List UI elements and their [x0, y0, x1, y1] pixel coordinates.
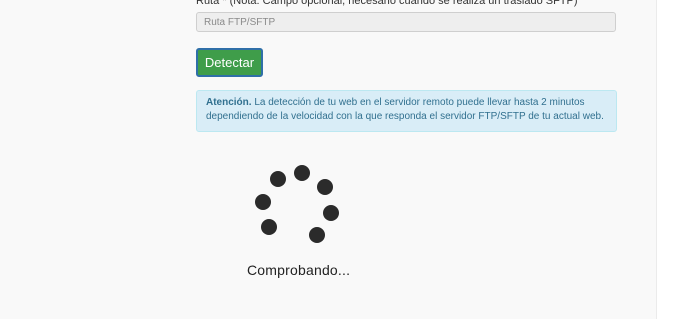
spinner-dot — [270, 171, 286, 187]
spinner-dot — [261, 219, 277, 235]
spinner-dot — [255, 194, 271, 210]
spinner-dot — [317, 179, 333, 195]
page-edge-divider — [656, 0, 657, 319]
info-alert: Atención. La detección de tu web en el s… — [196, 90, 617, 132]
spinner-dot — [323, 205, 339, 221]
alert-message: La detección de tu web en el servidor re… — [206, 97, 604, 122]
loading-spinner — [250, 160, 350, 250]
path-field-label: Ruta * (Nota: Campo opcional, necesario … — [196, 0, 578, 7]
spinner-dot — [309, 227, 325, 243]
alert-title: Atención. — [206, 97, 252, 108]
spinner-dot — [294, 165, 310, 181]
loading-status-text: Comprobando... — [247, 262, 351, 278]
detect-button[interactable]: Detectar — [196, 48, 263, 77]
ftp-path-input[interactable] — [196, 12, 616, 32]
